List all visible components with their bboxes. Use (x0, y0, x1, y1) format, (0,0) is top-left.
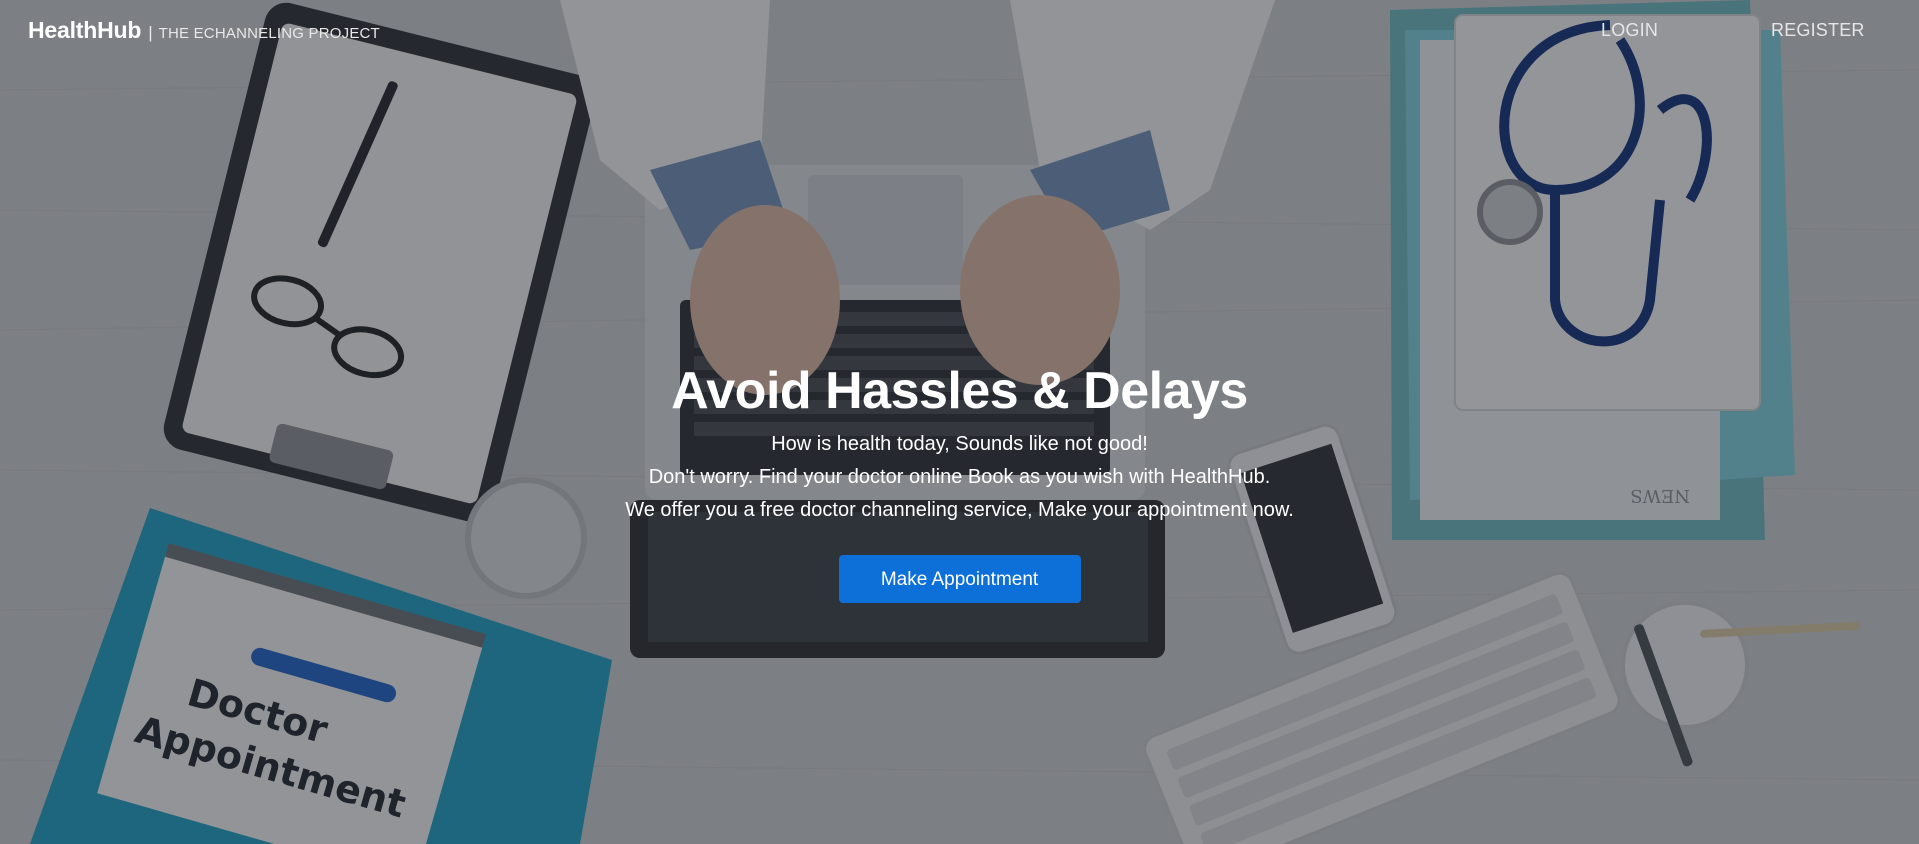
brand-tagline: THE ECHANNELING PROJECT (158, 25, 380, 42)
brand-name: HealthHub (28, 17, 142, 43)
hero-line: Don't worry. Find your doctor online Boo… (648, 466, 1271, 488)
hero-title: Avoid Hassles & Delays (671, 362, 1248, 420)
login-link[interactable]: LOGIN (1601, 20, 1658, 41)
brand-separator: | (148, 23, 153, 42)
register-link[interactable]: REGISTER (1771, 20, 1865, 41)
page: Doctor Appointment NEWS HealthHub | THE … (0, 0, 1919, 844)
hero-description: How is health today, Sounds like not goo… (0, 428, 1919, 527)
make-appointment-button[interactable]: Make Appointment (838, 555, 1081, 603)
top-nav: HealthHub | THE ECHANNELING PROJECT LOGI… (0, 0, 1919, 62)
hero-line: We offer you a free doctor channeling se… (625, 499, 1294, 521)
hero-section: Avoid Hassles & Delays How is health tod… (0, 356, 1919, 603)
brand[interactable]: HealthHub | THE ECHANNELING PROJECT (28, 17, 380, 44)
hero-line: How is health today, Sounds like not goo… (771, 433, 1148, 455)
